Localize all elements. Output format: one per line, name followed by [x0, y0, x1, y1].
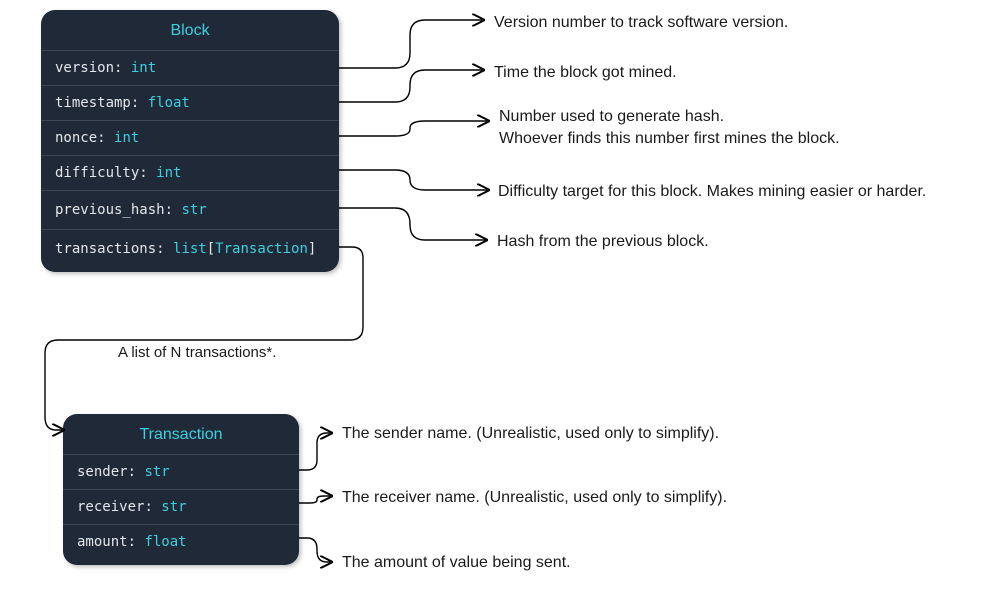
field-name: timestamp: [55, 95, 131, 111]
field-type-prefix: list: [173, 241, 207, 257]
block-field-timestamp: timestamp: float: [41, 85, 339, 120]
annotation-nonce-line2: Whoever finds this number first mines th…: [499, 130, 840, 147]
annotation-receiver: The receiver name. (Unrealistic, used on…: [342, 487, 727, 509]
block-field-difficulty: difficulty: int: [41, 155, 339, 190]
field-type: str: [161, 499, 186, 515]
transaction-title: Transaction: [63, 414, 299, 454]
field-type-inner: Transaction: [215, 241, 308, 257]
field-type: int: [114, 130, 139, 146]
annotation-previous-hash: Hash from the previous block.: [497, 231, 709, 253]
arrow-amount: [299, 538, 330, 562]
block-title: Block: [41, 10, 339, 50]
transaction-field-amount: amount: float: [63, 524, 299, 559]
field-type: int: [131, 60, 156, 76]
block-field-transactions: transactions: list[Transaction]: [41, 229, 339, 266]
annotation-difficulty: Difficulty target for this block. Makes …: [498, 181, 926, 203]
arrow-sender: [299, 433, 330, 470]
field-name: sender: [77, 464, 128, 480]
field-type: str: [181, 202, 206, 218]
field-type: int: [156, 165, 181, 181]
arrow-version: [339, 20, 482, 68]
field-type: float: [144, 534, 186, 550]
transaction-field-receiver: receiver: str: [63, 489, 299, 524]
annotation-nonce-line1: Number used to generate hash.: [499, 108, 724, 125]
arrow-receiver: [299, 496, 330, 503]
field-name: difficulty: [55, 165, 139, 181]
annotation-version: Version number to track software version…: [494, 12, 788, 34]
arrow-transactions: [45, 247, 363, 430]
field-name: nonce: [55, 130, 97, 146]
annotation-amount: The amount of value being sent.: [342, 552, 571, 574]
arrow-previous-hash: [339, 208, 485, 240]
field-name: previous_hash: [55, 202, 165, 218]
field-name: transactions: [55, 241, 156, 257]
field-name: version: [55, 60, 114, 76]
annotation-nonce: Number used to generate hash. Whoever fi…: [499, 106, 840, 149]
field-type: str: [144, 464, 169, 480]
arrow-timestamp: [339, 70, 482, 102]
block-field-previous-hash: previous_hash: str: [41, 190, 339, 229]
transaction-class-card: Transaction sender: str receiver: str am…: [63, 414, 299, 565]
block-class-card: Block version: int timestamp: float nonc…: [41, 10, 339, 272]
annotation-transactions-note: A list of N transactions*.: [118, 344, 276, 361]
transaction-field-sender: sender: str: [63, 454, 299, 489]
block-field-nonce: nonce: int: [41, 120, 339, 155]
annotation-sender: The sender name. (Unrealistic, used only…: [342, 423, 719, 445]
field-name: amount: [77, 534, 128, 550]
field-type: float: [148, 95, 190, 111]
field-name: receiver: [77, 499, 144, 515]
block-field-version: version: int: [41, 50, 339, 85]
arrow-difficulty: [339, 170, 487, 190]
arrow-nonce: [339, 121, 487, 136]
annotation-timestamp: Time the block got mined.: [494, 62, 677, 84]
